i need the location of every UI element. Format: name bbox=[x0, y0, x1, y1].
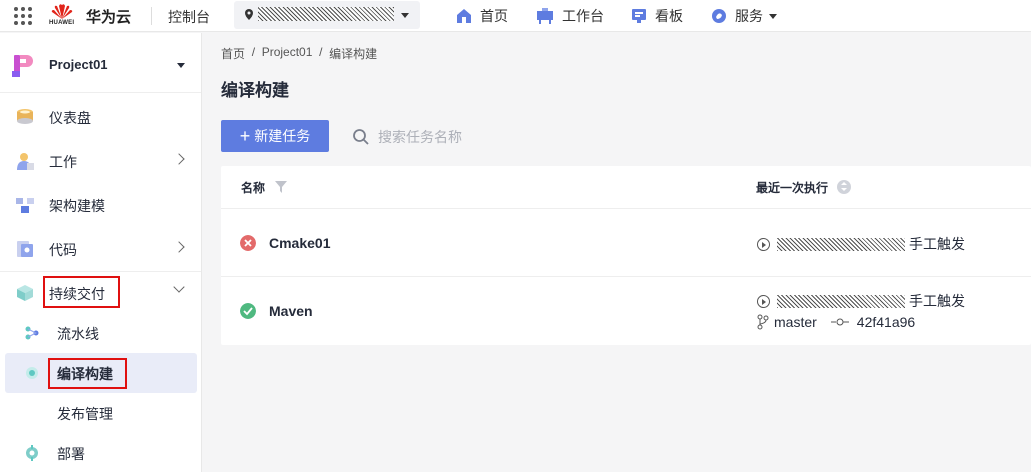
breadcrumb-current: 编译构建 bbox=[329, 47, 378, 61]
trigger-type: 手工触发 bbox=[909, 236, 965, 252]
sidebar-item-label: 仪表盘 bbox=[49, 110, 91, 126]
divider bbox=[151, 7, 152, 25]
search-placeholder: 搜索任务名称 bbox=[378, 129, 462, 145]
top-bar: HUAWEI 华为云 控制台 首页 工作台 看板 服务 bbox=[0, 0, 1031, 32]
sidebar-item-work[interactable]: 工作 bbox=[0, 139, 201, 183]
branch-icon bbox=[757, 314, 769, 330]
masked-execution-info bbox=[777, 237, 905, 251]
nav-home[interactable]: 首页 bbox=[456, 0, 508, 32]
sidebar-subitem-label: 流水线 bbox=[57, 326, 99, 342]
nav-services[interactable]: 服务 bbox=[711, 0, 777, 32]
failed-status-icon bbox=[240, 235, 256, 251]
commit-info: 42f41a96 bbox=[830, 314, 916, 330]
sidebar-item-dashboard[interactable]: 仪表盘 bbox=[0, 95, 201, 139]
logo-text: HUAWEI bbox=[49, 20, 75, 26]
sort-icon[interactable] bbox=[837, 180, 851, 194]
breadcrumb-separator bbox=[312, 45, 319, 62]
table-row[interactable]: Cmake01 手工触发 bbox=[221, 209, 1031, 277]
breadcrumb-separator bbox=[322, 45, 329, 62]
delivery-icon bbox=[17, 285, 33, 301]
board-icon bbox=[632, 9, 646, 23]
home-icon bbox=[457, 9, 471, 23]
breadcrumb-separator bbox=[245, 45, 252, 62]
new-task-label: 新建任务 bbox=[254, 128, 311, 144]
breadcrumb: 首页 / Project01 / 编译构建 bbox=[221, 45, 377, 62]
chevron-down-icon bbox=[177, 63, 185, 68]
sidebar-item-release[interactable]: 发布管理 bbox=[0, 393, 201, 433]
console-link[interactable]: 控制台 bbox=[168, 7, 210, 27]
huawei-logo[interactable]: HUAWEI bbox=[48, 3, 78, 29]
nav-label: 工作台 bbox=[562, 8, 604, 24]
last-execution: 手工触发 bbox=[757, 234, 965, 254]
sidebar-item-code[interactable]: 代码 bbox=[0, 227, 201, 271]
sidebar-item-deploy[interactable]: 部署 bbox=[0, 433, 201, 472]
chevron-down-icon bbox=[401, 13, 409, 18]
highlight-box bbox=[48, 358, 127, 389]
new-task-button[interactable]: + 新建任务 bbox=[221, 120, 329, 152]
table-header: 名称 最近一次执行 bbox=[221, 166, 1031, 209]
masked-region-name bbox=[258, 7, 394, 21]
code-icon bbox=[17, 241, 33, 257]
sidebar-item-architecture[interactable]: 架构建模 bbox=[0, 183, 201, 227]
job-name-link[interactable]: Maven bbox=[269, 303, 313, 319]
play-circle-icon bbox=[757, 237, 770, 251]
project-icon bbox=[12, 55, 33, 77]
breadcrumb-project[interactable]: Project01 bbox=[262, 45, 313, 62]
search-input[interactable]: 搜索任务名称 bbox=[352, 124, 552, 150]
last-execution: 手工触发 bbox=[757, 291, 965, 311]
commit-hash: 42f41a96 bbox=[856, 314, 916, 330]
sidebar-item-label: 工作 bbox=[49, 154, 77, 170]
sidebar: Project01 仪表盘 工作 架构建模 代码 持续交付 流水线 编译构建 发… bbox=[0, 33, 202, 472]
table-row[interactable]: Maven 手工触发 master 42f41a96 bbox=[221, 277, 1031, 345]
masked-execution-info bbox=[777, 294, 905, 308]
project-name: Project01 bbox=[49, 57, 108, 72]
branch-info: master 42f41a96 bbox=[757, 314, 915, 330]
filter-icon[interactable] bbox=[275, 181, 287, 193]
services-icon bbox=[712, 9, 726, 23]
deploy-icon bbox=[26, 445, 38, 461]
job-name-link[interactable]: Cmake01 bbox=[269, 235, 331, 251]
search-icon bbox=[353, 129, 369, 145]
branch-name: master bbox=[774, 314, 817, 330]
nav-workbench[interactable]: 工作台 bbox=[536, 0, 604, 32]
chevron-right-icon bbox=[173, 241, 185, 253]
chevron-right-icon bbox=[173, 153, 185, 165]
sidebar-item-pipeline[interactable]: 流水线 bbox=[0, 313, 201, 353]
work-icon bbox=[17, 153, 34, 170]
sidebar-item-label: 架构建模 bbox=[49, 198, 105, 214]
build-icon bbox=[26, 367, 38, 379]
build-task-table: 名称 最近一次执行 Cmake01 手工触发 Maven 手工触发 master… bbox=[221, 166, 1031, 345]
breadcrumb-separator bbox=[255, 45, 262, 62]
success-status-icon bbox=[240, 303, 256, 319]
brand-name[interactable]: 华为云 bbox=[86, 6, 131, 27]
column-header-last-run: 最近一次执行 bbox=[756, 181, 829, 195]
trigger-type: 手工触发 bbox=[909, 293, 965, 309]
nav-board[interactable]: 看板 bbox=[631, 0, 683, 32]
breadcrumb-home[interactable]: 首页 bbox=[221, 45, 245, 62]
pipeline-icon bbox=[25, 326, 39, 340]
play-circle-icon bbox=[757, 294, 770, 308]
workbench-icon bbox=[537, 8, 553, 24]
commit-icon bbox=[830, 318, 849, 326]
column-header-name: 名称 bbox=[241, 181, 266, 195]
dashboard-icon bbox=[17, 109, 33, 124]
sidebar-item-label: 代码 bbox=[49, 242, 77, 258]
nav-label: 看板 bbox=[655, 8, 683, 24]
plus-icon: + bbox=[239, 126, 251, 146]
project-selector[interactable]: Project01 bbox=[0, 33, 201, 93]
architecture-icon bbox=[16, 198, 34, 213]
page-title: 编译构建 bbox=[221, 81, 289, 100]
apps-grid-icon[interactable] bbox=[13, 6, 33, 26]
chevron-down-icon bbox=[173, 281, 185, 293]
nav-label: 服务 bbox=[735, 8, 763, 24]
chevron-down-icon bbox=[769, 13, 777, 19]
location-pin-icon bbox=[245, 9, 253, 20]
sidebar-subitem-label: 发布管理 bbox=[57, 406, 113, 422]
nav-label: 首页 bbox=[480, 8, 508, 24]
sidebar-subitem-label: 部署 bbox=[57, 446, 85, 462]
highlight-box bbox=[43, 276, 120, 308]
region-selector[interactable] bbox=[234, 1, 420, 29]
